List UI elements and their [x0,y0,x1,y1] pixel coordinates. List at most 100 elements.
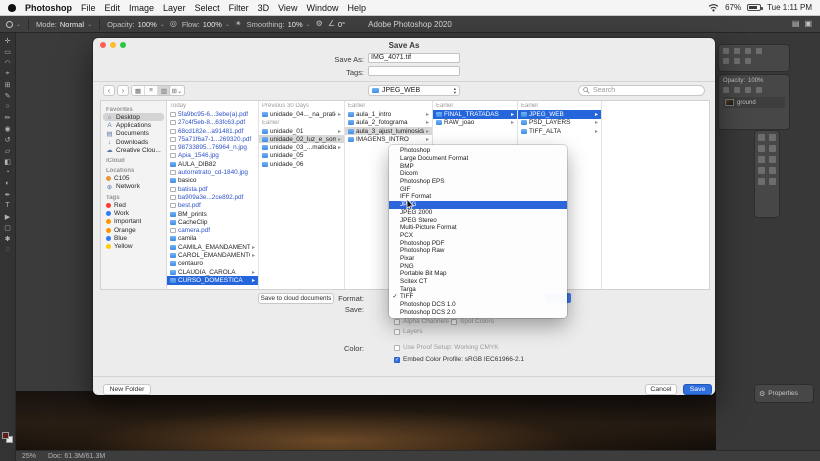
format-menu-item[interactable]: JPEG 2000 [389,209,567,217]
dodge-tool-icon[interactable]: ◐ [2,179,14,188]
file-row[interactable]: best.pdf [167,202,258,210]
menubar-menu[interactable]: View [278,3,297,13]
path-select-tool-icon[interactable]: ▶ [2,212,14,221]
file-row[interactable]: centauro [167,260,258,268]
sidebar-item-downloads[interactable]: ↓ Downloads [103,138,164,146]
shape-tool-icon[interactable]: ▢ [2,223,14,232]
workspace-icon[interactable]: ▣ [804,20,812,28]
hand-tool-icon[interactable]: ✱ [2,234,14,243]
file-row[interactable]: CAMILA_EMANDAMENTO ▸ [167,243,258,251]
file-row[interactable]: unidade_03_...maticidade ▸ [259,143,344,151]
mode-select[interactable]: Normal [60,20,84,29]
file-row[interactable]: BM_prints [167,210,258,218]
sidebar-item-tag-red[interactable]: Red [103,201,164,209]
menubar-menu[interactable]: Select [195,3,220,13]
opacity-value[interactable]: 100% [138,20,157,29]
menubar-menu[interactable]: File [81,3,96,13]
file-row[interactable]: 27c4f5eb-8...63fc63.pdf [167,119,258,127]
format-menu-item[interactable]: Pixar [389,255,567,263]
file-row[interactable]: CacheClip [167,218,258,226]
flow-value[interactable]: 100% [203,20,222,29]
menubar-menu[interactable]: Help [347,3,366,13]
brush-angle-value[interactable]: 0° [338,20,345,29]
properties-panel-tab[interactable]: ⚙ Properties [755,385,813,402]
file-row[interactable]: 5fa9bc95-6...3ebe(a).pdf [167,110,258,118]
group-by-button[interactable]: ⊞⌄ [169,85,185,96]
zoom-level-field[interactable]: 25% [22,453,36,460]
file-row[interactable]: CAROL_EMANDAMENTO ▸ [167,251,258,259]
sidebar-item-c105[interactable]: C105 [103,174,164,182]
filename-field[interactable]: IMG_4071.tif [368,53,460,63]
format-menu-item[interactable]: BMP [389,162,567,170]
new-folder-button[interactable]: New Folder [103,384,151,395]
format-menu-item[interactable]: Large Document Format [389,155,567,163]
foreground-color-swatch[interactable] [2,432,9,439]
eraser-tool-icon[interactable]: ▱ [2,146,14,155]
collapsed-panels[interactable] [719,45,789,71]
file-row[interactable]: unidade_02_luz_e_sombra ▸ [259,135,344,143]
menubar-app-menu[interactable]: Photoshop [25,3,72,13]
save-button[interactable]: Save [683,384,712,395]
sidebar-item-applications[interactable]: A Applications [103,121,164,129]
sidebar-item-tag-orange[interactable]: Orange [103,226,164,234]
sidebar-item-tag-important[interactable]: Important [103,218,164,226]
blur-tool-icon[interactable]: ◔ [2,168,14,177]
format-menu-item[interactable]: Photoshop Raw [389,247,567,255]
sidebar-item-network[interactable]: ⊕ Network [103,183,164,191]
file-row[interactable]: aula_1_intro ▸ [345,110,432,118]
file-row[interactable]: RAW_joao ▸ [433,119,517,127]
layers-opacity-value[interactable]: 100% [748,78,763,84]
file-row[interactable]: batista.pdf [167,185,258,193]
file-row[interactable]: unidade_06 [259,160,344,168]
brush-preset-picker[interactable]: ⌄ [6,21,21,28]
menubar-clock[interactable]: Tue 1:11 PM [767,3,812,12]
file-row[interactable]: aula_3_ajust_luminosidade ▸ [345,127,432,135]
layers-panel[interactable]: Opacity: 100% ground [719,75,789,129]
gradient-tool-icon[interactable]: ◧ [2,157,14,166]
location-popup[interactable]: JPEG_WEB ▴ ▾ [368,85,460,96]
file-row[interactable]: camera.pdf [167,226,258,234]
format-menu-item[interactable]: PCX [389,232,567,240]
type-tool-icon[interactable]: T [2,201,14,210]
sidebar-item-tag-work[interactable]: Work [103,209,164,217]
quick-select-tool-icon[interactable]: ⌖ [2,69,14,78]
format-menu-item[interactable]: Photoshop [389,147,567,155]
gear-icon[interactable]: ⚙ [316,20,323,28]
file-row[interactable]: ba909a3e...2ce892.pdf [167,193,258,201]
format-menu-item[interactable]: Photoshop DCS 2.0 [389,308,567,316]
file-row[interactable]: 75a71f6a7-1...269320.pdf [167,135,258,143]
cancel-button[interactable]: Cancel [645,384,677,395]
history-brush-tool-icon[interactable]: ↺ [2,135,14,144]
menubar-menu[interactable]: Window [306,3,338,13]
file-row[interactable]: unidade_01 ▸ [259,127,344,135]
battery-icon[interactable] [747,4,761,11]
minimize-button[interactable] [110,42,116,48]
format-menu-item[interactable]: Photoshop PDF [389,239,567,247]
move-tool-icon[interactable]: ✛ [2,36,14,45]
eyedropper-tool-icon[interactable]: ✎ [2,91,14,100]
file-row[interactable]: 68cd182e...a91481.pdf [167,127,258,135]
file-row[interactable]: IMAGENS_INTRO ▸ [345,135,432,143]
zoom-button[interactable] [120,42,126,48]
marquee-tool-icon[interactable]: ▭ [2,47,14,56]
file-row[interactable]: FINAL_TRATADAS ▸ [433,110,517,118]
file-row[interactable]: AULA_DIB82 [167,160,258,168]
format-menu-item[interactable]: Photoshop EPS [389,178,567,186]
embed-profile-checkbox[interactable]: ✓ Embed Color Profile: sRGB IEC61966-2.1 [394,356,524,363]
file-row[interactable]: aula_2_fotograma ▸ [345,119,432,127]
forward-button[interactable]: › [117,85,129,96]
file-row[interactable]: camila [167,235,258,243]
list-view-button[interactable]: ≡ [145,86,158,95]
format-menu-item[interactable]: Scitex CT [389,278,567,286]
format-menu-item[interactable]: Photoshop DCS 1.0 [389,301,567,309]
crop-tool-icon[interactable]: ⊞ [2,80,14,89]
file-row[interactable]: CLAUDIA_CAROLA ▸ [167,268,258,276]
sidebar-item-documents[interactable]: ▤ Documents [103,130,164,138]
layer-row[interactable]: ground [723,97,785,108]
spot-colors-checkbox[interactable]: Spot Colors [451,318,494,325]
wifi-icon[interactable] [708,3,719,12]
airbrush-icon[interactable]: ✴ [235,20,242,28]
collapsed-panel-icons[interactable] [755,131,779,217]
document-canvas[interactable] [16,391,716,450]
back-button[interactable]: ‹ [103,85,115,96]
